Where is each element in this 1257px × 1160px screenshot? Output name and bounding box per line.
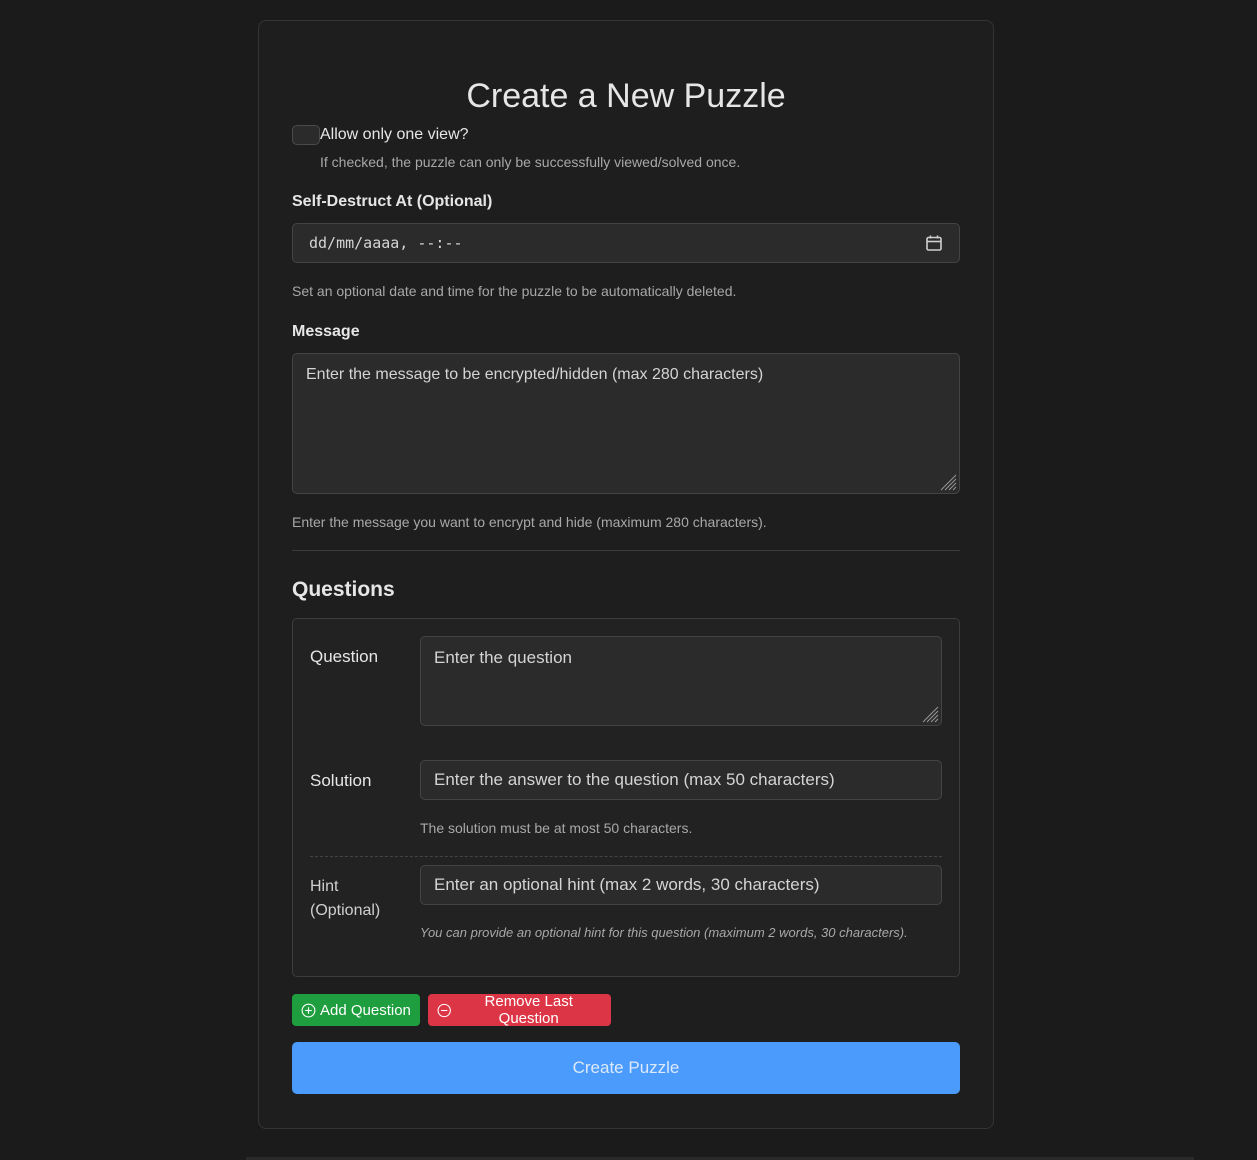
message-placeholder: Enter the message to be encrypted/hidden… [306,366,764,383]
section-divider [292,550,960,551]
solution-help: The solution must be at most 50 characte… [420,820,693,836]
calendar-icon[interactable] [925,234,943,252]
resize-handle-icon[interactable] [937,471,957,491]
hint-label: Hint (Optional) [310,875,380,923]
one-view-help: If checked, the puzzle can only be succe… [320,154,741,170]
one-view-row[interactable]: Allow only one view? [292,125,469,145]
page-title: Create a New Puzzle [466,77,786,115]
message-textarea[interactable]: Enter the message to be encrypted/hidden… [292,353,960,494]
question-textarea[interactable]: Enter the question [420,636,942,726]
remove-last-question-button[interactable]: Remove Last Question [428,993,611,1027]
question-placeholder: Enter the question [434,648,572,667]
solution-label: Solution [310,771,372,790]
one-view-label[interactable]: Allow only one view? [320,126,469,144]
message-help: Enter the message you want to encrypt an… [292,514,767,530]
create-puzzle-card: Create a New Puzzle Allow only one view?… [258,20,994,1129]
self-destruct-datetime-input[interactable]: dd/mm/aaaa, --:-- [292,223,960,263]
remove-last-question-label: Remove Last Question [484,993,573,1027]
create-puzzle-button[interactable]: Create Puzzle [292,1042,960,1094]
solution-input[interactable]: Enter the answer to the question (max 50… [420,760,942,800]
solution-placeholder: Enter the answer to the question (max 50… [434,770,835,789]
add-question-button[interactable]: Add Question [292,994,420,1026]
question-card: Question Enter the question Solution Ent… [292,618,960,977]
hint-input[interactable]: Enter an optional hint (max 2 words, 30 … [420,865,942,905]
question-label: Question [310,647,379,666]
hint-label-line1: Hint [310,878,339,895]
questions-section-title: Questions [292,578,395,601]
plus-circle-icon [301,1003,316,1017]
datetime-placeholder: dd/mm/aaaa, --:-- [309,234,463,252]
hint-label-line2: (Optional) [310,902,381,919]
minus-circle-icon [437,1003,451,1017]
one-view-checkbox[interactable] [292,125,320,145]
self-destruct-label: Self-Destruct At (Optional) [292,193,493,210]
message-label: Message [292,323,360,340]
self-destruct-help: Set an optional date and time for the pu… [292,283,737,299]
add-question-label: Add Question [320,1001,411,1019]
hint-placeholder: Enter an optional hint (max 2 words, 30 … [434,875,820,894]
resize-handle-icon[interactable] [919,703,939,723]
hint-help: You can provide an optional hint for thi… [420,925,908,940]
dotted-divider [310,856,942,857]
